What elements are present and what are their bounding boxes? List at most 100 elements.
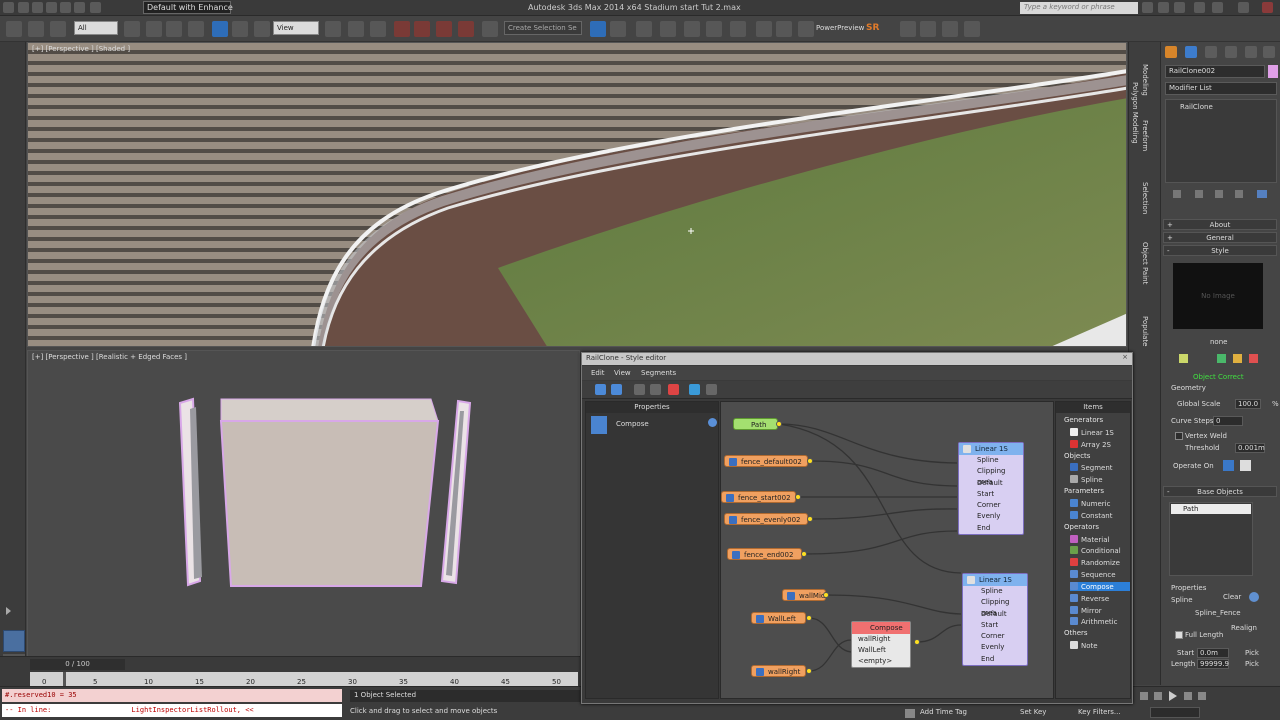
items-entry[interactable]: Arithmetic bbox=[1070, 617, 1117, 626]
length-pick-button[interactable]: Pick bbox=[1245, 660, 1259, 668]
maxscript-listener[interactable]: #.reserved10 = 35 -- In line: LightInspe… bbox=[2, 689, 342, 719]
items-entry[interactable]: Compose bbox=[1070, 581, 1130, 591]
linear-b-end[interactable]: End bbox=[963, 654, 1027, 665]
linear-a-corner[interactable]: Corner bbox=[959, 500, 1023, 511]
project-folder-icon[interactable] bbox=[90, 2, 101, 13]
ribbon-tab[interactable]: Freeform bbox=[1141, 120, 1149, 151]
full-length-checkbox[interactable] bbox=[1175, 631, 1183, 639]
threshold-input[interactable]: 0.001m bbox=[1235, 443, 1265, 453]
tool-a-icon[interactable] bbox=[900, 21, 916, 37]
linear-b-evenly[interactable]: Evenly bbox=[963, 642, 1027, 653]
pivot-center-icon[interactable] bbox=[325, 21, 341, 37]
select-manipulate-icon[interactable] bbox=[348, 21, 364, 37]
sr-label[interactable]: SR bbox=[866, 23, 879, 33]
node-wall-right[interactable]: wallRight bbox=[751, 665, 806, 677]
style-edit-icon[interactable] bbox=[1179, 354, 1188, 363]
items-entry[interactable]: Constant bbox=[1070, 510, 1112, 520]
spline-help-icon[interactable] bbox=[1249, 592, 1259, 602]
exchange-icon[interactable] bbox=[1158, 2, 1169, 13]
show-end-result-icon[interactable] bbox=[1195, 190, 1203, 198]
script-error-line[interactable]: -- In line: LightInspectorListRollout, <… bbox=[2, 704, 342, 717]
percent-snap-icon[interactable] bbox=[436, 21, 452, 37]
app-menu-icon[interactable] bbox=[3, 2, 14, 13]
powerpreview-label[interactable]: PowerPreview bbox=[816, 24, 864, 32]
items-entry[interactable]: Array 2S bbox=[1070, 439, 1111, 449]
length-input[interactable]: 99999.9 bbox=[1197, 659, 1229, 669]
linear-a-spline[interactable]: Spline bbox=[959, 455, 1023, 466]
tool-c-icon[interactable] bbox=[942, 21, 958, 37]
window-crossing-icon[interactable] bbox=[188, 21, 204, 37]
items-entry[interactable]: Conditional bbox=[1070, 546, 1121, 555]
base-object-path[interactable]: Path bbox=[1171, 504, 1251, 514]
items-group[interactable]: Parameters bbox=[1064, 487, 1104, 495]
new-file-icon[interactable] bbox=[18, 2, 29, 13]
spinner-snap-icon[interactable] bbox=[458, 21, 474, 37]
port-fence-end-out[interactable] bbox=[801, 551, 807, 557]
style-delete-icon[interactable] bbox=[1249, 354, 1258, 363]
schematic-view-icon[interactable] bbox=[706, 21, 722, 37]
align-icon[interactable] bbox=[610, 21, 626, 37]
goto-start-icon[interactable] bbox=[1140, 692, 1148, 700]
material-editor-icon[interactable] bbox=[730, 21, 746, 37]
style-load-icon[interactable] bbox=[1217, 354, 1226, 363]
items-entry[interactable]: Reverse bbox=[1070, 593, 1109, 603]
close-icon[interactable] bbox=[1262, 2, 1273, 13]
redo-icon[interactable] bbox=[611, 384, 622, 395]
add-time-tag[interactable]: Add Time Tag bbox=[920, 708, 967, 716]
reference-coord-dropdown[interactable]: View bbox=[273, 21, 319, 35]
play-icon[interactable] bbox=[1169, 691, 1177, 701]
linear-b-corner[interactable]: Corner bbox=[963, 631, 1027, 642]
items-entry[interactable]: Segment bbox=[1070, 463, 1113, 472]
object-color-swatch[interactable] bbox=[1268, 65, 1278, 78]
curve-steps-input[interactable]: 0 bbox=[1213, 416, 1243, 426]
ribbon-tab[interactable]: Polygon Modeling bbox=[1131, 82, 1139, 144]
realign-button[interactable]: Realign bbox=[1231, 624, 1257, 632]
render-setup-icon[interactable] bbox=[756, 21, 772, 37]
star-icon[interactable] bbox=[1174, 2, 1185, 13]
refresh-icon[interactable] bbox=[689, 384, 700, 395]
port-fence-evenly-out[interactable] bbox=[807, 516, 813, 522]
node-wall-left[interactable]: WallLeft bbox=[751, 612, 806, 624]
viewport-layout-icon[interactable] bbox=[3, 630, 25, 652]
linear-b-start[interactable]: Start bbox=[963, 620, 1027, 631]
prev-frame-icon[interactable] bbox=[1154, 692, 1162, 700]
node-linear-a[interactable]: Linear 1S Spline Clipping area Default S… bbox=[958, 442, 1024, 536]
redo-icon[interactable] bbox=[74, 2, 85, 13]
display-tab-icon[interactable] bbox=[1245, 46, 1257, 58]
angle-snap-icon[interactable] bbox=[414, 21, 430, 37]
next-frame-icon[interactable] bbox=[1184, 692, 1192, 700]
object-name-field[interactable]: RailClone002 bbox=[1165, 65, 1265, 78]
minimize-icon[interactable] bbox=[1212, 2, 1223, 13]
rollout-base-objects[interactable]: - Base Objects bbox=[1163, 486, 1277, 497]
workspace-dropdown[interactable]: Default with Enhance bbox=[143, 1, 233, 14]
binoculars-icon[interactable] bbox=[1142, 2, 1153, 13]
rollout-style[interactable]: - Style bbox=[1163, 245, 1277, 256]
linear-b-default[interactable]: Default bbox=[963, 609, 1027, 620]
node-fence-default[interactable]: fence_default002 bbox=[724, 455, 808, 467]
layer-explorer-icon[interactable] bbox=[636, 21, 652, 37]
compose-row-2[interactable]: WallLeft bbox=[852, 645, 910, 656]
operate-on-polys-icon[interactable] bbox=[1240, 460, 1251, 471]
rollout-about[interactable]: + About bbox=[1163, 219, 1277, 230]
ribbon-tab[interactable]: Modeling bbox=[1141, 64, 1149, 96]
mirror-icon[interactable] bbox=[590, 21, 606, 37]
items-entry[interactable]: Spline bbox=[1070, 475, 1103, 484]
key-filters-button[interactable]: Key Filters... bbox=[1078, 708, 1121, 716]
motion-tab-icon[interactable] bbox=[1225, 46, 1237, 58]
time-slider[interactable]: 0 / 100 bbox=[30, 659, 125, 670]
node-linear-b[interactable]: Linear 1S Spline Clipping area Default S… bbox=[962, 573, 1028, 667]
select-object-icon[interactable] bbox=[124, 21, 140, 37]
edit-named-selection-icon[interactable] bbox=[482, 21, 498, 37]
delete-icon[interactable] bbox=[668, 384, 679, 395]
style-editor-titlebar[interactable]: RailClone - Style editor × bbox=[582, 353, 1132, 365]
select-scale-icon[interactable] bbox=[254, 21, 270, 37]
select-move-icon[interactable] bbox=[212, 21, 228, 37]
node-graph-canvas[interactable]: Path fence_default002 fence_start002 fen… bbox=[720, 401, 1054, 699]
node-path[interactable]: Path bbox=[733, 418, 778, 430]
clear-button[interactable]: Clear bbox=[1223, 593, 1241, 601]
remove-modifier-icon[interactable] bbox=[1235, 190, 1243, 198]
linear-a-start[interactable]: Start bbox=[959, 489, 1023, 500]
style-save-icon[interactable] bbox=[1233, 354, 1242, 363]
menu-edit[interactable]: Edit bbox=[591, 369, 605, 377]
ribbon-tab[interactable]: Populate bbox=[1141, 316, 1149, 346]
